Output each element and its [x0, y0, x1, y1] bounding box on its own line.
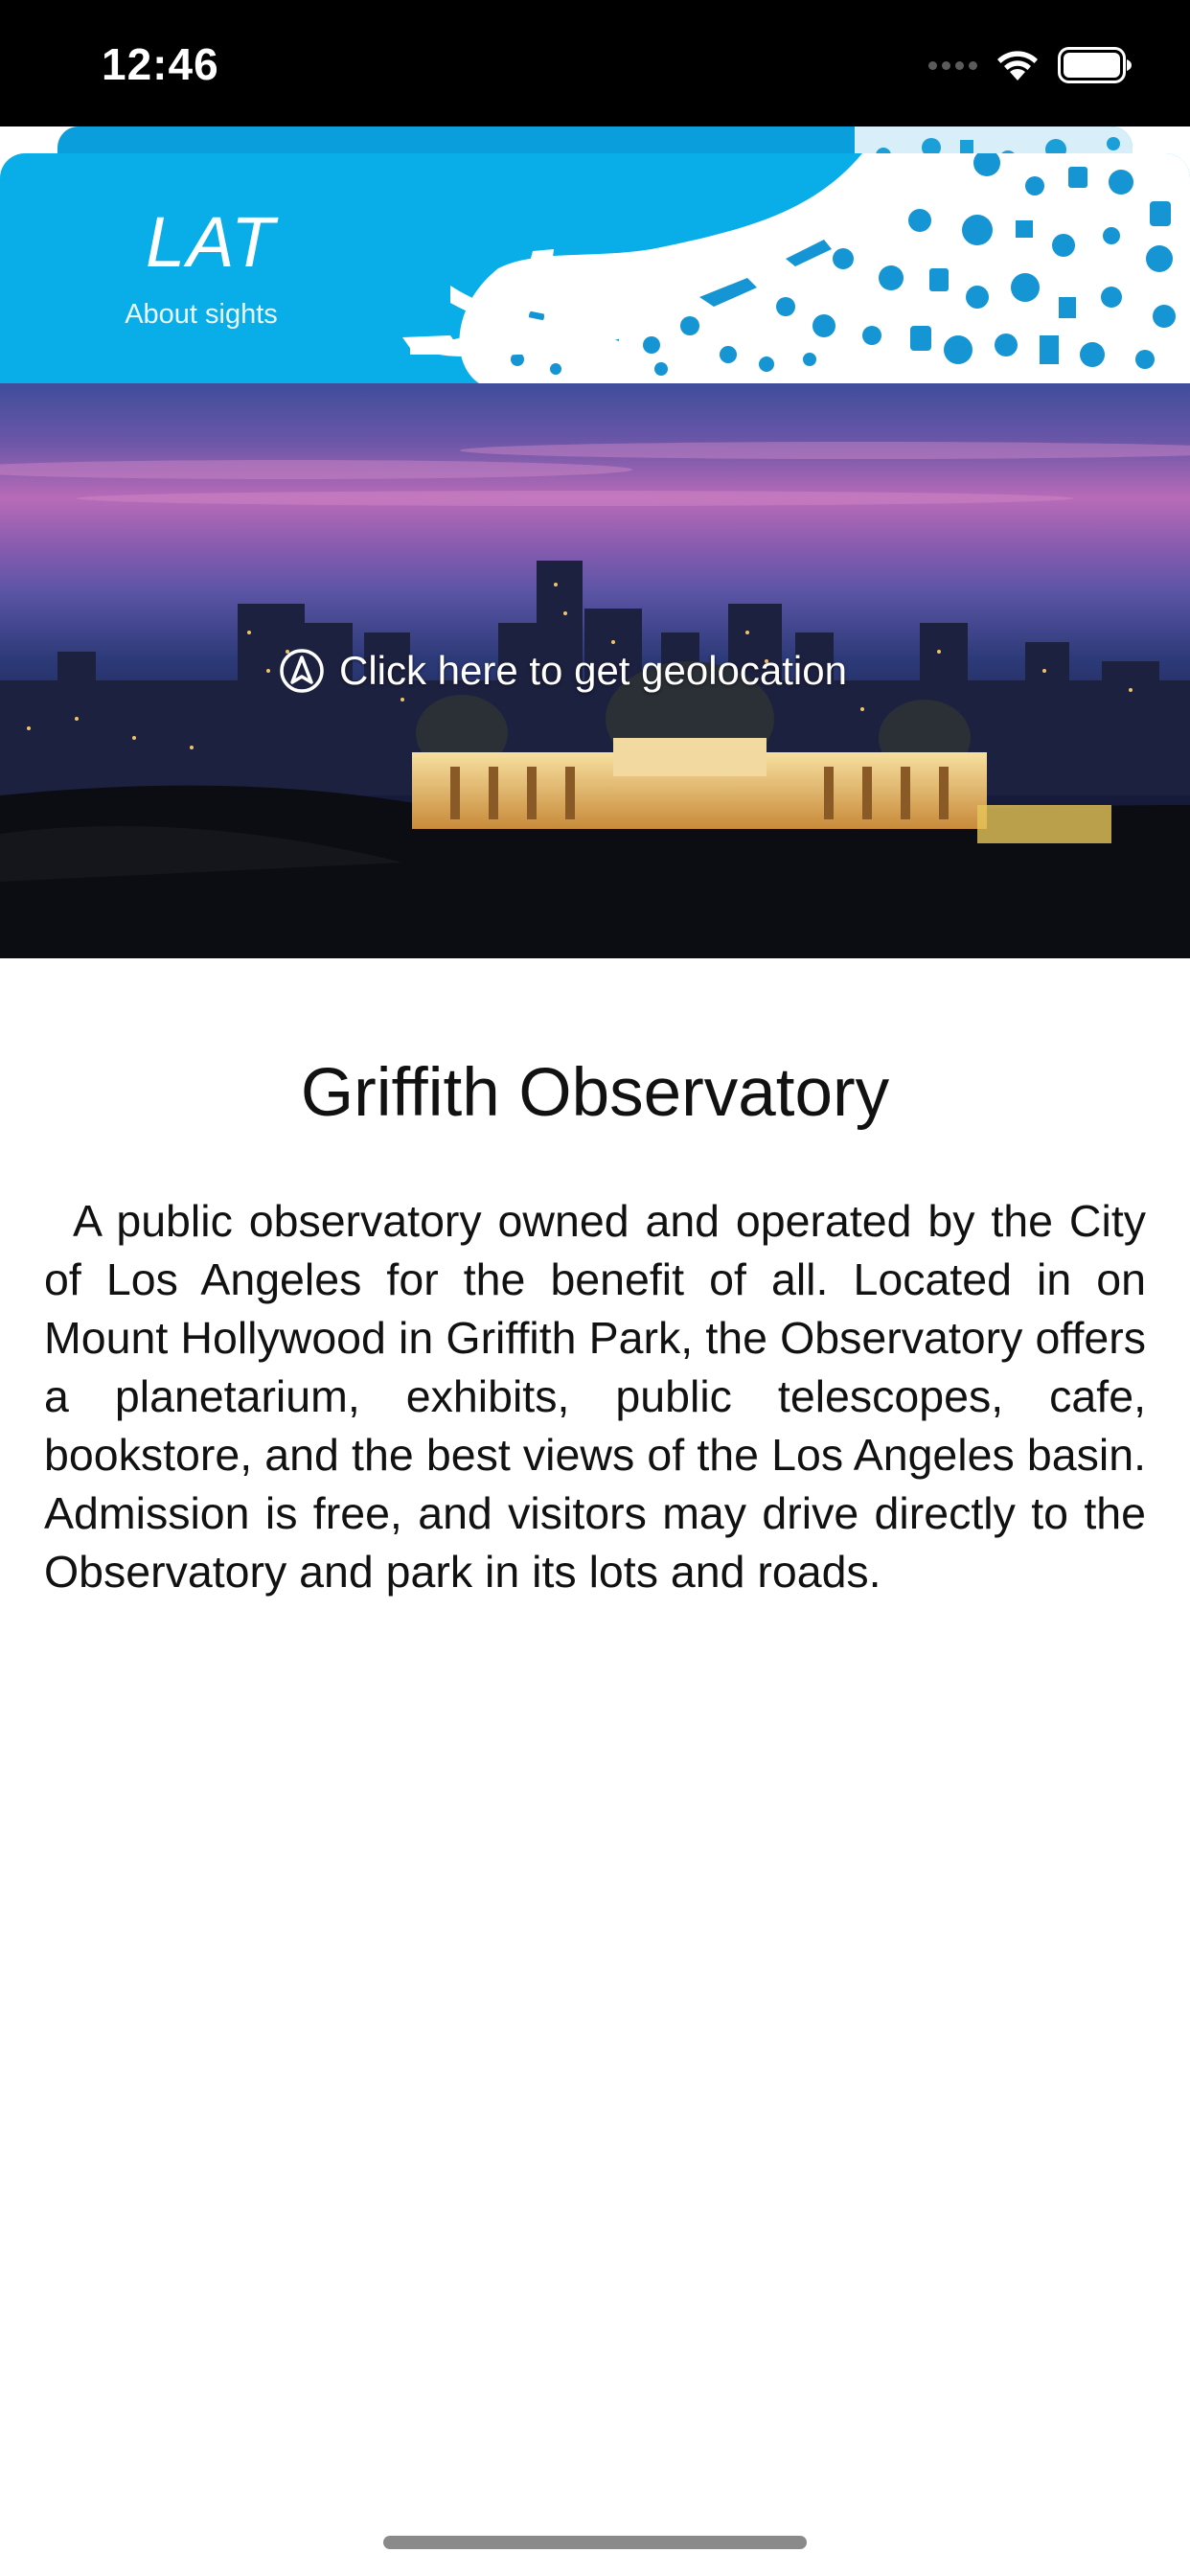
status-time: 12:46 [102, 39, 219, 89]
home-indicator[interactable] [383, 2536, 807, 2549]
geolocation-label: Click here to get geolocation [339, 648, 847, 693]
sight-description: A public observatory owned and operated … [44, 1196, 1146, 1597]
location-arrow-icon [280, 649, 324, 693]
hero-image: Click here to get geolocation [0, 383, 1190, 958]
cellular-dots-icon [928, 60, 977, 70]
battery-icon [1058, 47, 1132, 83]
geolocation-button[interactable]: Click here to get geolocation [278, 640, 847, 702]
wifi-icon [997, 51, 1038, 80]
status-bar: 12:46 [0, 0, 1190, 126]
header-card: LAT About sights [0, 153, 1190, 385]
sight-title: Griffith Observatory [300, 1055, 890, 1131]
status-icons [928, 46, 1133, 84]
app-subtitle: About sights [125, 299, 278, 330]
app-title: LAT [146, 202, 277, 282]
